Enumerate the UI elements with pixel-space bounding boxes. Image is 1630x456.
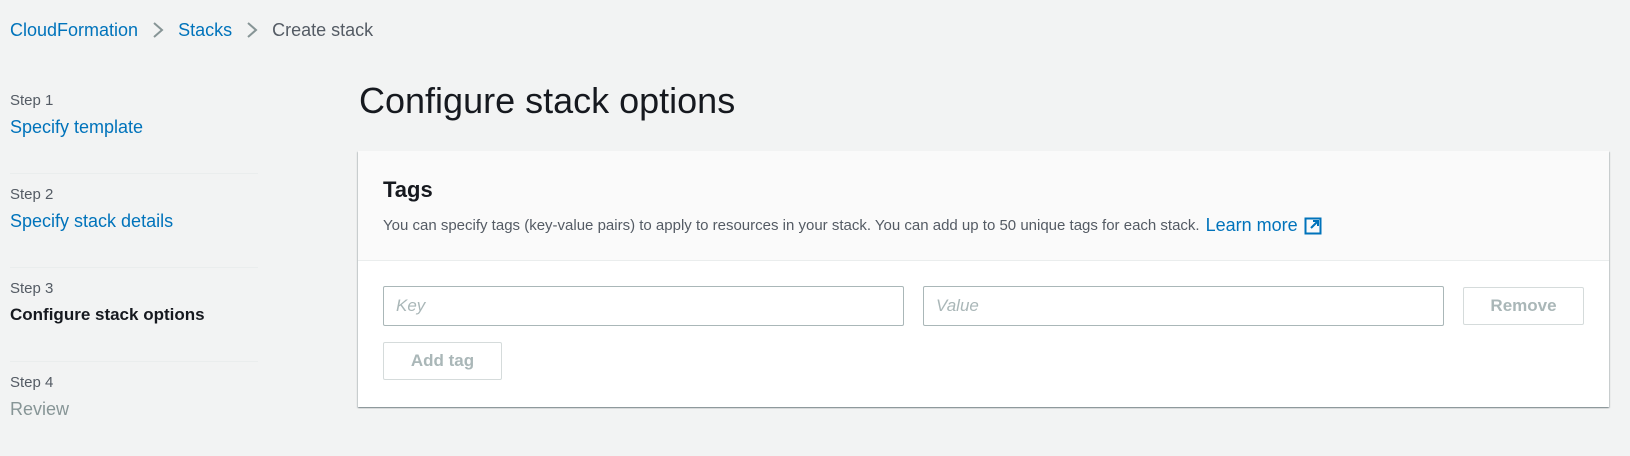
add-tag-button[interactable]: Add tag [383,342,502,380]
step-review: Review [10,399,70,419]
page-title: Configure stack options [359,80,736,121]
step-number: Step 3 [10,280,54,297]
step-link-specify-template[interactable]: Specify template [10,117,258,138]
step-2: Step 2 Specify stack details [10,174,258,268]
step-3: Step 3 Configure stack options [10,268,258,362]
tags-description: You can specify tags (key-value pairs) t… [383,215,1584,236]
learn-more-label: Learn more [1205,215,1298,235]
learn-more-link[interactable]: Learn more [1206,215,1322,236]
breadcrumb: CloudFormation Stacks Create stack [10,18,373,42]
tags-panel-body: Remove Add tag [358,261,1609,380]
tags-panel-header: Tags You can specify tags (key-value pai… [358,151,1609,261]
step-link-specify-stack-details[interactable]: Specify stack details [10,211,258,232]
step-current-configure-stack-options: Configure stack options [10,305,205,324]
chevron-right-icon [232,18,272,42]
step-number: Step 2 [10,186,54,203]
tags-description-text: You can specify tags (key-value pairs) t… [383,217,1200,234]
tag-value-input[interactable] [923,286,1444,326]
chevron-right-icon [138,18,178,42]
step-number: Step 1 [10,92,54,109]
breadcrumb-create-stack: Create stack [272,19,374,40]
tags-panel-title: Tags [383,177,433,202]
step-number: Step 4 [10,374,54,391]
wizard-steps: Step 1 Specify template Step 2 Specify s… [10,80,258,456]
remove-tag-button[interactable]: Remove [1463,287,1584,325]
breadcrumb-cloudformation[interactable]: CloudFormation [10,20,138,41]
step-1: Step 1 Specify template [10,80,258,174]
step-4: Step 4 Review [10,362,258,456]
tag-key-input[interactable] [383,286,904,326]
tags-panel: Tags You can specify tags (key-value pai… [358,151,1609,407]
breadcrumb-stacks[interactable]: Stacks [178,20,232,41]
external-link-icon [1304,217,1322,234]
